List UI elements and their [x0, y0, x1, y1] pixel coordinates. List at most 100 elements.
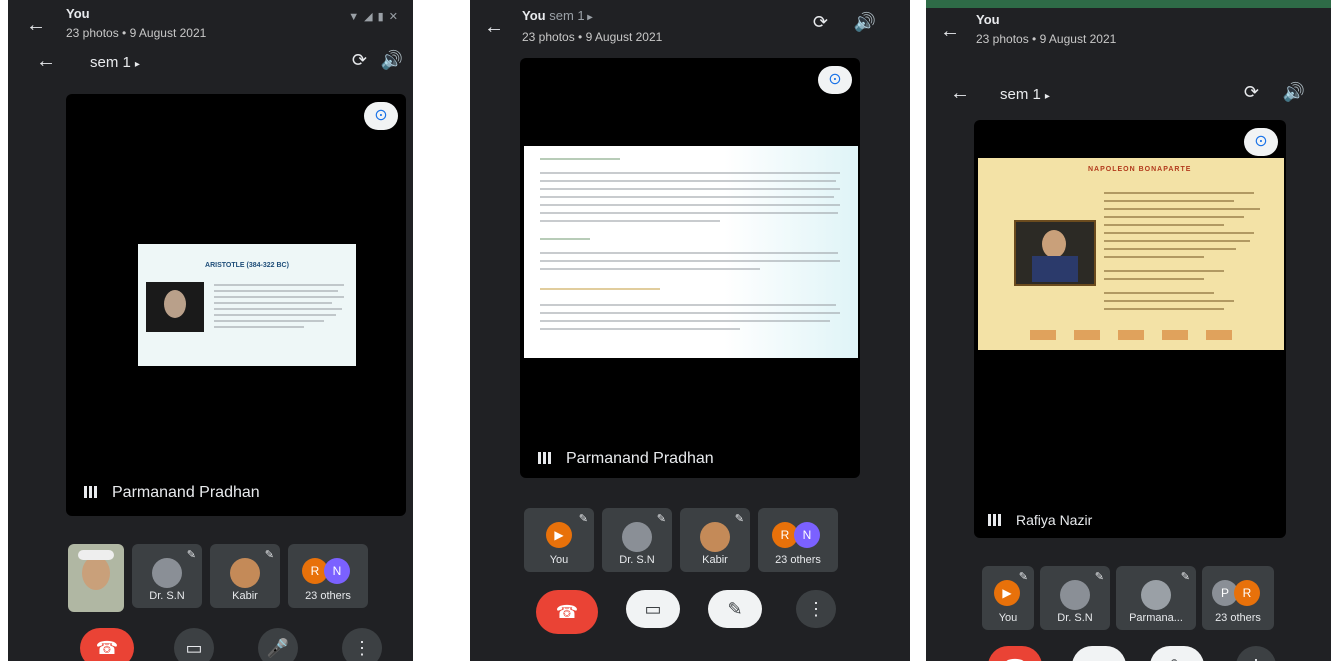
participant-name: 23 others	[305, 590, 351, 602]
participant-strip: ▶ ✎ You ✎ Dr. S.N ✎ Parmana... P R 23 ot…	[982, 566, 1274, 630]
participant-name: 23 others	[1215, 612, 1261, 624]
back-arrow-icon[interactable]: ←	[950, 82, 970, 105]
overlay-title: You	[976, 12, 1000, 27]
status-bar-icons: ▼ ◢ ▮ ✕	[348, 11, 399, 23]
slide-portrait	[1014, 220, 1096, 286]
participant-tile[interactable]: ✎ Dr. S.N	[602, 508, 672, 572]
main-video-tile[interactable]: ⊙ Parmanand Pradhan	[520, 58, 860, 478]
camera-toggle-button[interactable]: ▭	[1072, 646, 1126, 661]
slide-portrait	[146, 282, 204, 332]
chevron-down-icon: ▸	[584, 12, 593, 23]
overlay-title: You sem 1 ▸	[522, 8, 593, 23]
main-video-tile[interactable]: ⊙ ARISTOTLE (384-322 BC) Parmanand Pradh…	[66, 94, 406, 516]
avatar: ▶	[994, 580, 1020, 606]
slide-title: NAPOLEON BONAPARTE	[1088, 166, 1192, 173]
back-arrow-icon[interactable]: ←	[940, 20, 960, 43]
back-arrow-icon[interactable]: ←	[484, 16, 504, 39]
presentation-slide: ARISTOTLE (384-322 BC)	[138, 244, 356, 366]
avatar	[700, 522, 730, 552]
participant-tile[interactable]: ✎ Dr. S.N	[132, 544, 202, 608]
participant-name: You	[998, 612, 1018, 624]
camera-toggle-button[interactable]: ▭	[626, 590, 680, 628]
speaker-label: Parmanand Pradhan	[538, 450, 714, 468]
meeting-name[interactable]: sem 1 ▸	[1000, 86, 1050, 103]
self-preview[interactable]	[68, 544, 124, 612]
presentation-slide	[524, 146, 858, 358]
participant-name: You	[549, 554, 569, 566]
mic-toggle-button[interactable]: ✎	[1150, 646, 1204, 661]
gallery-overlay: ← You 23 photos • 9 August 2021 ▼ ◢ ▮ ✕	[8, 0, 413, 48]
end-call-button[interactable]: ☎	[536, 590, 598, 634]
participant-name: Kabir	[232, 590, 258, 602]
participant-name: 23 others	[775, 554, 821, 566]
mic-off-icon: ✎	[578, 513, 588, 525]
camera-toggle-button[interactable]: ▭	[174, 628, 214, 661]
slide-title: ARISTOTLE (384-322 BC)	[205, 262, 289, 269]
pin-icon[interactable]: ⊙	[1244, 128, 1278, 156]
more-options-button[interactable]: ⋮	[796, 590, 836, 628]
participant-tile[interactable]: ✎ Parmana...	[1116, 566, 1196, 630]
main-video-tile[interactable]: ⊙ NAPOLEON BONAPARTE Rafiya Nazir	[974, 120, 1286, 538]
chevron-down-icon: ▸	[134, 59, 140, 70]
back-arrow-icon[interactable]: ←	[26, 14, 46, 37]
pin-icon[interactable]: ⊙	[818, 66, 852, 94]
mic-off-icon: ✎	[1018, 571, 1028, 583]
chevron-down-icon: ▸	[1044, 91, 1050, 102]
avatar: N	[324, 558, 350, 584]
speaker-label: Parmanand Pradhan	[84, 484, 260, 502]
participant-tile[interactable]: ✎ Kabir	[680, 508, 750, 572]
overlay-subtitle: 23 photos • 9 August 2021	[976, 32, 1117, 46]
avatar: N	[794, 522, 820, 548]
mic-toggle-button[interactable]: ✎	[708, 590, 762, 628]
participant-tile-others[interactable]: P R 23 others	[1202, 566, 1274, 630]
flip-camera-icon[interactable]: ⟳	[813, 12, 828, 33]
avatar	[230, 558, 260, 588]
mic-off-icon: ✎	[264, 549, 274, 561]
participant-name: Dr. S.N	[619, 554, 655, 566]
more-options-button[interactable]: ⋮	[1236, 646, 1276, 661]
presentation-slide: NAPOLEON BONAPARTE	[978, 158, 1284, 350]
participant-tile-others[interactable]: R N 23 others	[288, 544, 368, 608]
back-arrow-icon[interactable]: ←	[36, 50, 56, 73]
phone-screen-2: ← You sem 1 ▸ 23 photos • 9 August 2021 …	[470, 0, 910, 661]
mic-off-icon: ✎	[1094, 571, 1104, 583]
participant-tile[interactable]: ✎ Kabir	[210, 544, 280, 608]
speaker-icon[interactable]: 🔊	[1283, 82, 1305, 103]
avatar	[622, 522, 652, 552]
phone-screen-3: ← You 23 photos • 9 August 2021 ← sem 1 ▸…	[926, 0, 1331, 661]
participant-tile-others[interactable]: R N 23 others	[758, 508, 838, 572]
participant-strip: ▶ ✎ You ✎ Dr. S.N ✎ Kabir R N 23 others	[524, 508, 838, 572]
mic-off-icon: ✎	[656, 513, 666, 525]
slide-buttons	[1030, 330, 1250, 340]
participant-name: Dr. S.N	[149, 590, 185, 602]
participant-tile[interactable]: ✎ Dr. S.N	[1040, 566, 1110, 630]
speaker-icon[interactable]: 🔊	[854, 12, 876, 33]
mic-toggle-button[interactable]: 🎤	[258, 628, 298, 661]
gallery-overlay: ← You 23 photos • 9 August 2021	[926, 6, 1331, 54]
speaker-label: Rafiya Nazir	[988, 512, 1092, 528]
mic-off-icon: ✎	[734, 513, 744, 525]
audio-level-icon	[988, 514, 1002, 526]
participant-strip: ✎ Dr. S.N ✎ Kabir R N 23 others	[68, 544, 368, 612]
meet-top-bar: ← sem 1 ▸ ⟳ 🔊	[926, 76, 1331, 116]
end-call-button[interactable]: ☎	[80, 628, 134, 661]
audio-level-icon	[538, 452, 552, 464]
flip-camera-icon[interactable]: ⟳	[1244, 82, 1259, 103]
speaker-icon[interactable]: 🔊	[381, 50, 403, 71]
phone-screen-1: ← You 23 photos • 9 August 2021 ▼ ◢ ▮ ✕ …	[8, 0, 413, 661]
more-options-button[interactable]: ⋮	[342, 628, 382, 661]
participant-name: Kabir	[702, 554, 728, 566]
pin-icon[interactable]: ⊙	[364, 102, 398, 130]
flip-camera-icon[interactable]: ⟳	[352, 50, 367, 71]
end-call-button[interactable]: ☎	[988, 646, 1042, 661]
meet-top-bar: ← sem 1 ▸ ⟳ 🔊	[8, 44, 413, 84]
participant-tile[interactable]: ▶ ✎ You	[982, 566, 1034, 630]
avatar: ▶	[546, 522, 572, 548]
gallery-overlay: ← You sem 1 ▸ 23 photos • 9 August 2021 …	[470, 0, 910, 52]
avatar	[152, 558, 182, 588]
participant-tile[interactable]: ▶ ✎ You	[524, 508, 594, 572]
overlay-subtitle: 23 photos • 9 August 2021	[522, 30, 663, 44]
overlay-title: You	[66, 6, 90, 21]
avatar: R	[1234, 580, 1260, 606]
meeting-name[interactable]: sem 1 ▸	[90, 54, 140, 71]
